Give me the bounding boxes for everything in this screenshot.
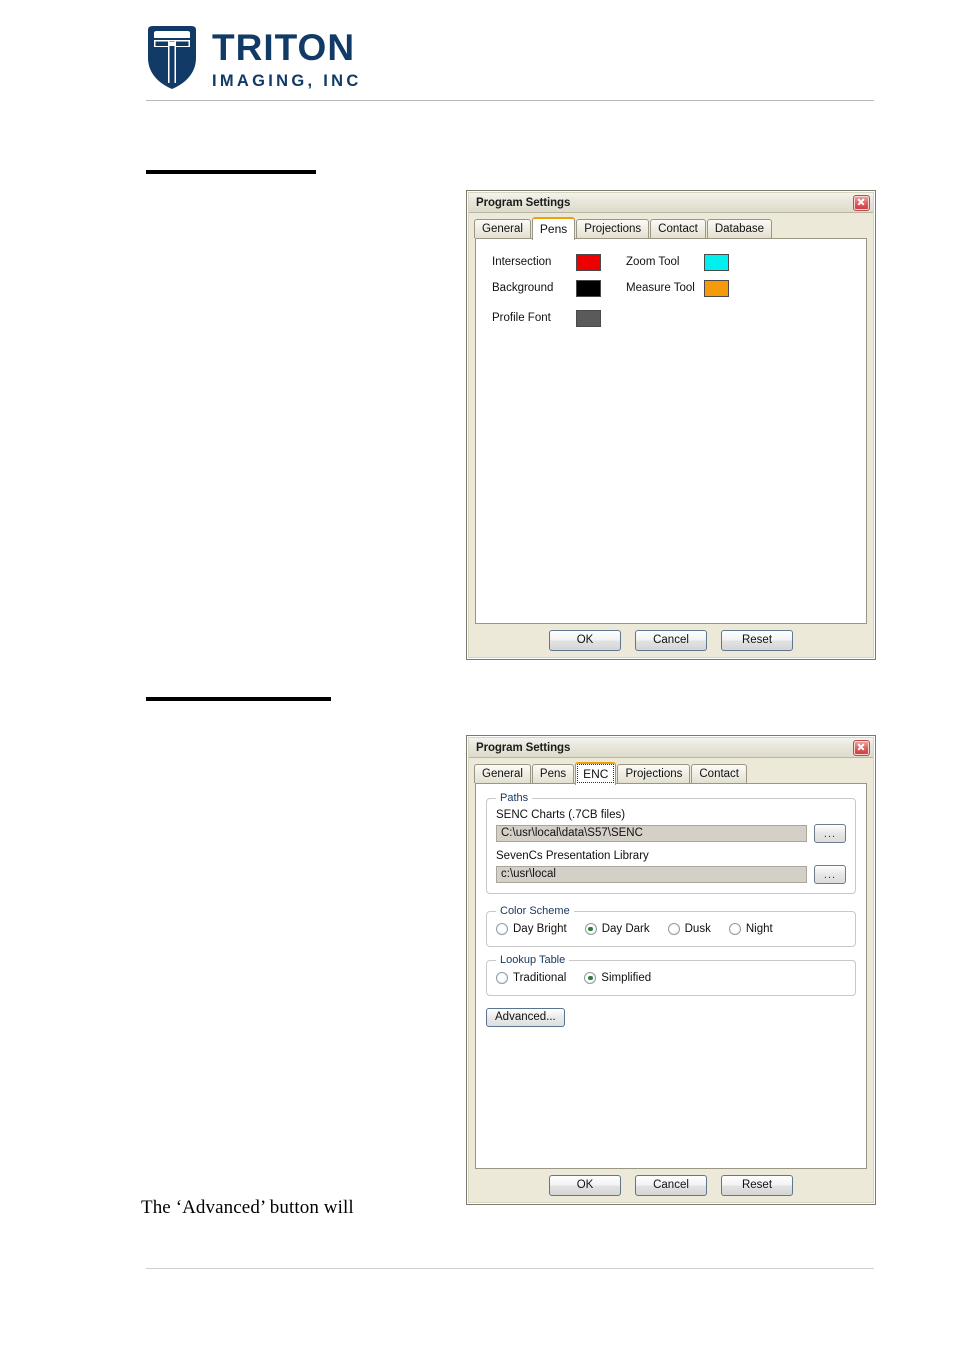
tab-contact[interactable]: Contact (691, 764, 748, 783)
tab-projections[interactable]: Projections (576, 219, 650, 238)
radio-icon (728, 923, 741, 935)
tabstrip: General Pens ENC Projections Contact (469, 762, 873, 785)
radio-traditional[interactable]: Traditional (496, 972, 566, 984)
lookup-table-group-title: Lookup Table (496, 954, 570, 966)
cancel-button[interactable]: Cancel (635, 1175, 707, 1196)
pen-column-right: Zoom Tool Measure Tool (626, 249, 729, 301)
pen-label-zoom-tool: Zoom Tool (626, 256, 680, 268)
dialog-button-bar: OK Cancel Reset (469, 630, 873, 651)
radio-label: Dusk (684, 923, 711, 935)
dialog-title: Program Settings (476, 741, 571, 754)
presentation-library-input[interactable]: c:\usr\local (496, 866, 807, 883)
header-divider (146, 100, 874, 101)
pen-row-background: Background (492, 275, 601, 301)
paths-groupbox: Paths SENC Charts (.7CB files) C:\usr\lo… (486, 792, 856, 894)
pen-swatch-profile-font[interactable] (576, 309, 601, 327)
triton-shield-logo (146, 24, 198, 90)
brand-name: TRITON (212, 26, 356, 68)
tab-database[interactable]: Database (706, 219, 773, 238)
tab-panel-pens: Intersection Background Profile Font Zoo… (475, 238, 867, 624)
pen-swatch-background[interactable] (576, 279, 601, 297)
radio-label: Traditional (513, 972, 567, 984)
senc-charts-row: C:\usr\local\data\S57\SENC ... (496, 824, 846, 843)
radio-label: Simplified (601, 972, 652, 984)
pen-label-background: Background (492, 282, 554, 294)
radio-icon (496, 972, 508, 984)
senc-charts-input[interactable]: C:\usr\local\data\S57\SENC (496, 825, 807, 842)
paths-group-title: Paths (496, 792, 533, 804)
radio-icon-checked (584, 972, 597, 984)
tab-general[interactable]: General (474, 764, 531, 783)
redaction-bar-middle (146, 697, 331, 701)
presentation-library-label: SevenCs Presentation Library (496, 850, 649, 862)
tab-contact[interactable]: Contact (650, 219, 706, 238)
radio-label: Night (745, 923, 773, 935)
radio-label: Day Dark (601, 923, 650, 935)
radio-simplified[interactable]: Simplified (584, 972, 651, 984)
radio-dusk[interactable]: Dusk (667, 923, 711, 935)
radio-night[interactable]: Night (728, 923, 773, 935)
pen-swatch-intersection[interactable] (576, 253, 601, 271)
tab-panel-enc: Paths SENC Charts (.7CB files) C:\usr\lo… (475, 783, 867, 1169)
pen-label-profile-font: Profile Font (492, 312, 551, 324)
close-icon[interactable] (853, 194, 870, 211)
senc-charts-label: SENC Charts (.7CB files) (496, 809, 626, 821)
pen-label-measure-tool: Measure Tool (626, 282, 695, 294)
triton-logo: TRITON IMAGING, INC (146, 24, 362, 90)
brand-tagline: IMAGING, INC (212, 71, 362, 90)
document-page: TRITON IMAGING, INC The ‘Advanced’ butto… (0, 0, 954, 1350)
tab-enc[interactable]: ENC (575, 762, 617, 785)
radio-icon (496, 923, 508, 935)
pen-row-intersection: Intersection (492, 249, 601, 275)
pen-row-zoom-tool: Zoom Tool (626, 249, 729, 275)
color-scheme-group-title: Color Scheme (496, 905, 574, 917)
presentation-library-row: c:\usr\local ... (496, 865, 846, 884)
radio-day-bright[interactable]: Day Bright (496, 923, 567, 935)
color-scheme-radio-group: Day Bright Day Dark Dusk Night (496, 923, 846, 935)
program-settings-dialog-pens[interactable]: Program Settings General Pens Projection… (466, 190, 876, 660)
pen-swatch-zoom-tool[interactable] (704, 253, 729, 271)
brand-wordmark: TRITON IMAGING, INC (212, 25, 362, 90)
ok-button[interactable]: OK (549, 630, 621, 651)
pen-swatch-measure-tool[interactable] (704, 279, 729, 297)
program-settings-dialog-enc[interactable]: Program Settings General Pens ENC Projec… (466, 735, 876, 1205)
radio-icon (667, 923, 680, 935)
pen-row-profile-font: Profile Font (492, 305, 601, 331)
lookup-table-groupbox: Lookup Table Traditional Simplified (486, 954, 856, 996)
dialog-titlebar[interactable]: Program Settings (469, 738, 873, 758)
tab-general[interactable]: General (474, 219, 531, 238)
close-icon[interactable] (853, 739, 870, 756)
tab-projections[interactable]: Projections (617, 764, 691, 783)
dialog-titlebar[interactable]: Program Settings (469, 193, 873, 213)
pen-label-intersection: Intersection (492, 256, 552, 268)
reset-button[interactable]: Reset (721, 1175, 793, 1196)
pen-column-left: Intersection Background Profile Font (492, 249, 601, 331)
senc-charts-browse-button[interactable]: ... (814, 824, 846, 843)
cancel-button[interactable]: Cancel (635, 630, 707, 651)
ok-button[interactable]: OK (549, 1175, 621, 1196)
pen-row-measure-tool: Measure Tool (626, 275, 729, 301)
body-paragraph: The ‘Advanced’ button will (141, 1197, 354, 1218)
presentation-library-browse-button[interactable]: ... (814, 865, 846, 884)
redaction-bar-top (146, 170, 316, 174)
advanced-button[interactable]: Advanced... (486, 1008, 565, 1027)
dialog-button-bar: OK Cancel Reset (469, 1175, 873, 1196)
reset-button[interactable]: Reset (721, 630, 793, 651)
color-scheme-groupbox: Color Scheme Day Bright Day Dark Dusk Ni… (486, 905, 856, 947)
footer-divider (146, 1268, 874, 1269)
dialog-title: Program Settings (476, 196, 571, 209)
tabstrip: General Pens Projections Contact Databas… (469, 217, 873, 240)
radio-day-dark[interactable]: Day Dark (584, 923, 650, 935)
radio-label: Day Bright (513, 923, 567, 935)
tab-pens[interactable]: Pens (531, 217, 576, 240)
lookup-table-radio-group: Traditional Simplified (496, 972, 846, 984)
radio-icon-checked (584, 923, 597, 935)
tab-pens[interactable]: Pens (531, 764, 575, 783)
